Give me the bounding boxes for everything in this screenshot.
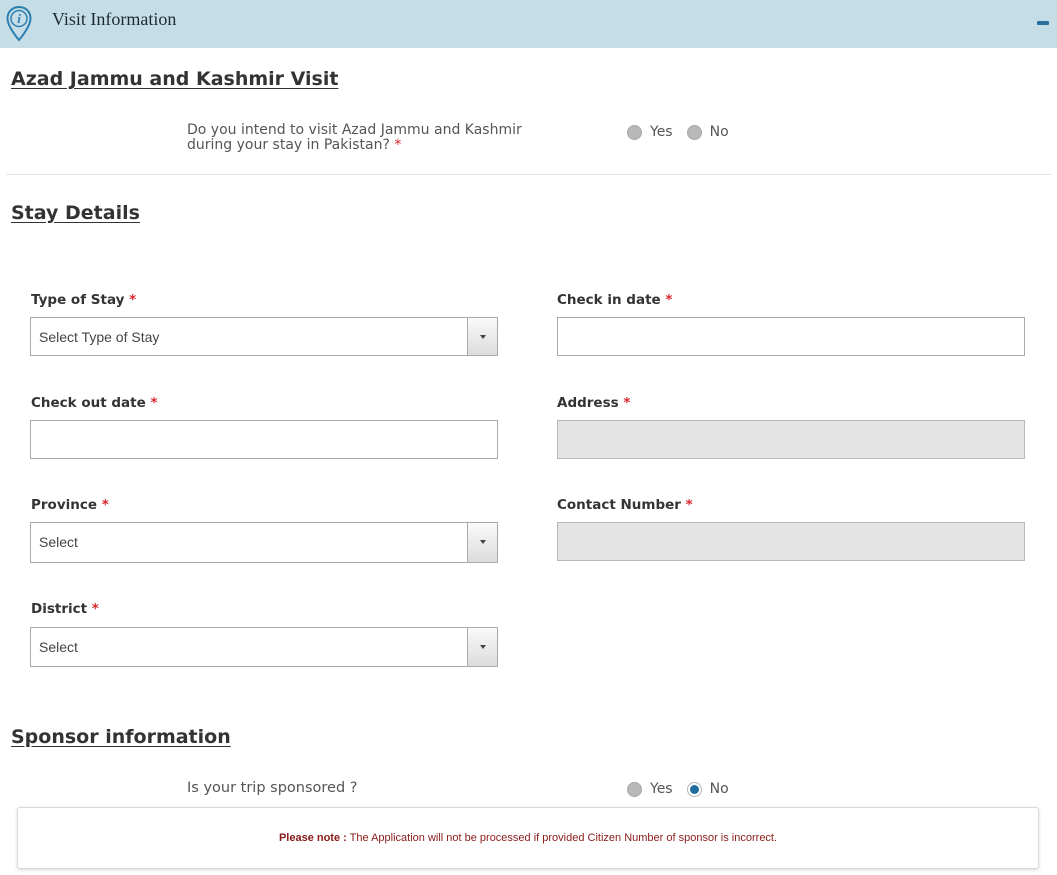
chevron-down-icon[interactable]: [467, 628, 497, 666]
radio-button[interactable]: [627, 124, 642, 140]
stay-section-title: Stay Details: [11, 202, 140, 224]
ajk-section-title: Azad Jammu and Kashmir Visit: [11, 68, 339, 90]
sponsor-no-label: No: [709, 781, 729, 797]
province-value: Select: [39, 534, 78, 550]
sponsor-note: Please note : The Application will not b…: [18, 832, 1038, 844]
sponsor-yes-label: Yes: [650, 781, 673, 797]
ajk-no-radio[interactable]: No: [686, 124, 729, 140]
type-of-stay-label: Type of Stay *: [31, 292, 137, 308]
check-out-date-input[interactable]: [30, 420, 498, 459]
sponsor-question: Is your trip sponsored ?: [187, 780, 358, 796]
check-in-date-input[interactable]: [557, 317, 1025, 356]
ajk-question: Do you intend to visit Azad Jammu and Ka…: [187, 123, 522, 153]
province-label: Province *: [31, 497, 109, 513]
section-divider: [6, 174, 1052, 175]
panel-title: Visit Information: [52, 9, 177, 29]
note-text: The Application will not be processed if…: [346, 832, 778, 844]
sponsor-radio-group: Yes No: [627, 781, 743, 797]
contact-number-label: Contact Number *: [557, 497, 693, 513]
chevron-down-icon[interactable]: [467, 318, 497, 355]
ajk-no-label: No: [709, 124, 729, 140]
sponsor-no-radio[interactable]: No: [686, 781, 729, 797]
info-pin-icon: i: [6, 5, 32, 42]
address-label: Address *: [557, 395, 631, 411]
panel-header[interactable]: i Visit Information: [0, 0, 1057, 48]
radio-button[interactable]: [686, 124, 702, 140]
check-out-label: Check out date *: [31, 395, 158, 411]
minus-icon: [1037, 21, 1049, 25]
ajk-yes-radio[interactable]: Yes: [627, 124, 673, 140]
svg-text:i: i: [17, 11, 21, 26]
type-of-stay-select[interactable]: Select Type of Stay: [30, 317, 498, 356]
check-in-label: Check in date *: [557, 292, 673, 308]
collapse-button[interactable]: [1031, 8, 1053, 36]
district-label: District *: [31, 601, 99, 617]
type-of-stay-value: Select Type of Stay: [39, 329, 160, 345]
ajk-yes-label: Yes: [650, 124, 673, 140]
chevron-down-icon[interactable]: [467, 523, 497, 562]
district-value: Select: [39, 639, 78, 655]
ajk-question-line1: Do you intend to visit Azad Jammu and Ka…: [187, 122, 522, 138]
radio-button-checked[interactable]: [686, 781, 702, 797]
sponsor-section-title: Sponsor information: [11, 726, 231, 748]
address-input[interactable]: [557, 420, 1025, 459]
note-prefix: Please note :: [278, 832, 347, 844]
district-select[interactable]: Select: [30, 627, 498, 667]
sponsor-yes-radio[interactable]: Yes: [627, 781, 673, 797]
ajk-radio-group: Yes No: [627, 124, 743, 140]
province-select[interactable]: Select: [30, 522, 498, 563]
ajk-question-line2: during your stay in Pakistan?: [187, 137, 390, 153]
contact-number-input[interactable]: [557, 522, 1025, 561]
radio-button[interactable]: [627, 781, 642, 797]
sponsor-note-box: Please note : The Application will not b…: [17, 807, 1039, 869]
required-mark: *: [394, 137, 402, 153]
